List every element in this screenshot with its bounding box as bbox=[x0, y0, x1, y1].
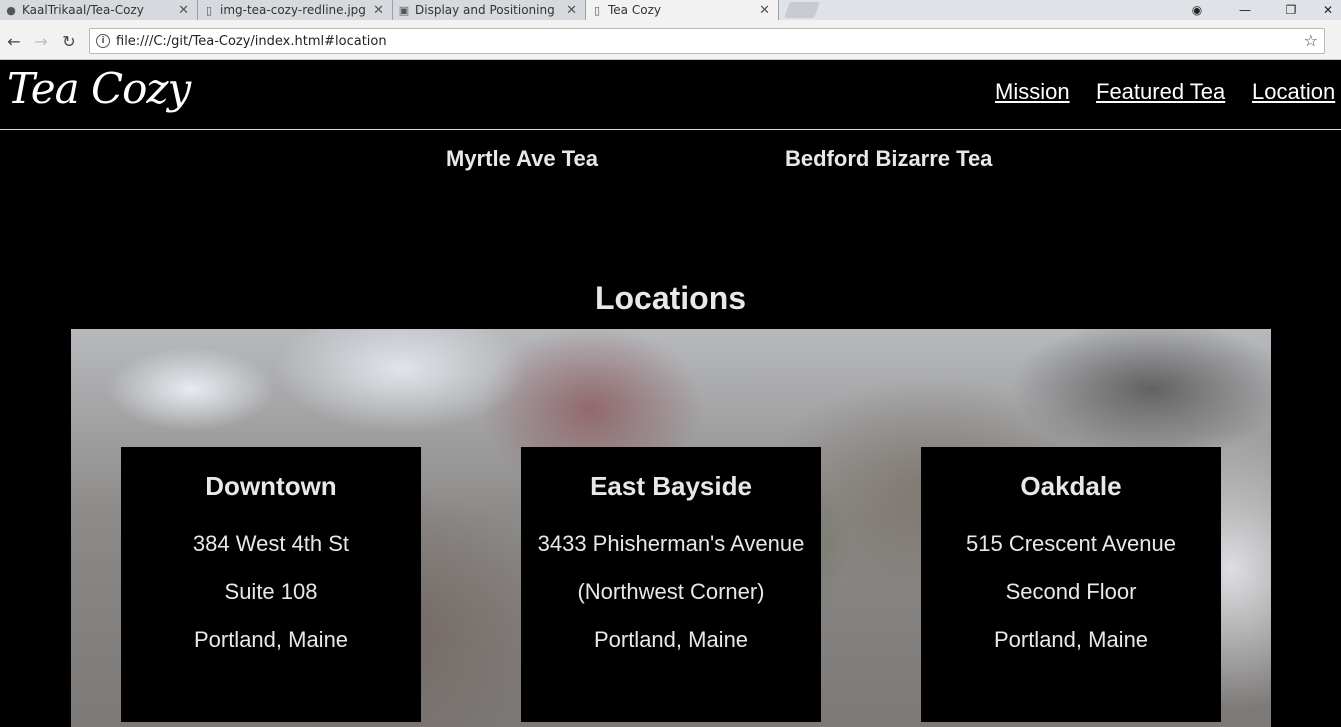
close-icon[interactable]: ✕ bbox=[566, 3, 577, 18]
address-url[interactable]: file:///C:/git/Tea-Cozy/index.html#locat… bbox=[116, 34, 387, 49]
tab-title: KaalTrikaal/Tea-Cozy bbox=[22, 3, 144, 17]
restore-icon[interactable]: ❐ bbox=[1271, 0, 1311, 20]
tea-name: Myrtle Ave Tea bbox=[446, 146, 599, 171]
info-icon[interactable]: i bbox=[96, 34, 110, 48]
location-address-line: 515 Crescent Avenue bbox=[966, 531, 1176, 556]
location-address-line: Suite 108 bbox=[224, 579, 318, 604]
location-address-line: Portland, Maine bbox=[193, 627, 349, 652]
browser-tab[interactable]: ● KaalTrikaal/Tea-Cozy ✕ bbox=[0, 0, 198, 20]
location-card: Oakdale 515 Crescent Avenue Second Floor… bbox=[921, 447, 1221, 722]
tab-title: Display and Positioning | bbox=[415, 3, 561, 17]
location-address-line: Second Floor bbox=[1005, 579, 1137, 604]
document-icon: ▯ bbox=[593, 3, 601, 17]
new-tab-button[interactable] bbox=[784, 2, 820, 18]
codecademy-icon: ▣ bbox=[398, 3, 410, 17]
profile-icon[interactable]: ◉ bbox=[1177, 0, 1217, 20]
location-address-line: Portland, Maine bbox=[993, 627, 1149, 652]
locations-heading: Locations bbox=[594, 280, 747, 316]
nav-link-location[interactable]: Location bbox=[1252, 79, 1335, 105]
location-name: Oakdale bbox=[1020, 471, 1122, 501]
window-close-icon[interactable]: ✕ bbox=[1315, 0, 1341, 20]
browser-tab[interactable]: ▯ img-tea-cozy-redline.jpg ✕ bbox=[198, 0, 393, 20]
close-icon[interactable]: ✕ bbox=[759, 3, 770, 18]
site-header: Tea Cozy Mission Featured Tea Location bbox=[0, 60, 1341, 130]
location-address-line: Portland, Maine bbox=[593, 627, 749, 652]
close-icon[interactable]: ✕ bbox=[373, 3, 384, 18]
forward-arrow-icon[interactable]: → bbox=[30, 30, 52, 52]
reload-icon[interactable]: ↻ bbox=[58, 30, 80, 52]
browser-tab-strip: ● KaalTrikaal/Tea-Cozy ✕ ▯ img-tea-cozy-… bbox=[0, 0, 1341, 20]
github-icon: ● bbox=[6, 3, 16, 17]
nav-link-mission[interactable]: Mission bbox=[995, 79, 1070, 105]
location-card: Downtown 384 West 4th St Suite 108 Portl… bbox=[121, 447, 421, 722]
location-name: East Bayside bbox=[590, 471, 752, 501]
minimize-icon[interactable]: — bbox=[1225, 0, 1265, 20]
location-card: East Bayside 3433 Phisherman's Avenue (N… bbox=[521, 447, 821, 722]
tab-title: Tea Cozy bbox=[608, 3, 661, 17]
nav-link-featured-tea[interactable]: Featured Tea bbox=[1096, 79, 1225, 105]
location-address-line: 384 West 4th St bbox=[192, 531, 350, 556]
location-name: Downtown bbox=[205, 471, 337, 501]
site-logo[interactable]: Tea Cozy bbox=[7, 64, 191, 113]
bookmark-star-icon[interactable]: ☆ bbox=[1304, 31, 1318, 50]
web-page: Tea Cozy Mission Featured Tea Location M… bbox=[0, 60, 1341, 727]
browser-tab-active[interactable]: ▯ Tea Cozy ✕ bbox=[586, 0, 779, 20]
tab-title: img-tea-cozy-redline.jpg bbox=[220, 3, 366, 17]
location-address-line: (Northwest Corner) bbox=[577, 579, 765, 604]
location-address-line: 3433 Phisherman's Avenue bbox=[537, 531, 805, 556]
tea-name: Bedford Bizarre Tea bbox=[785, 146, 993, 171]
browser-tab[interactable]: ▣ Display and Positioning | ✕ bbox=[393, 0, 586, 20]
address-bar[interactable]: i file:///C:/git/Tea-Cozy/index.html#loc… bbox=[89, 28, 1325, 54]
document-icon: ▯ bbox=[205, 3, 213, 17]
close-icon[interactable]: ✕ bbox=[178, 3, 189, 18]
back-arrow-icon[interactable]: ← bbox=[3, 30, 25, 52]
